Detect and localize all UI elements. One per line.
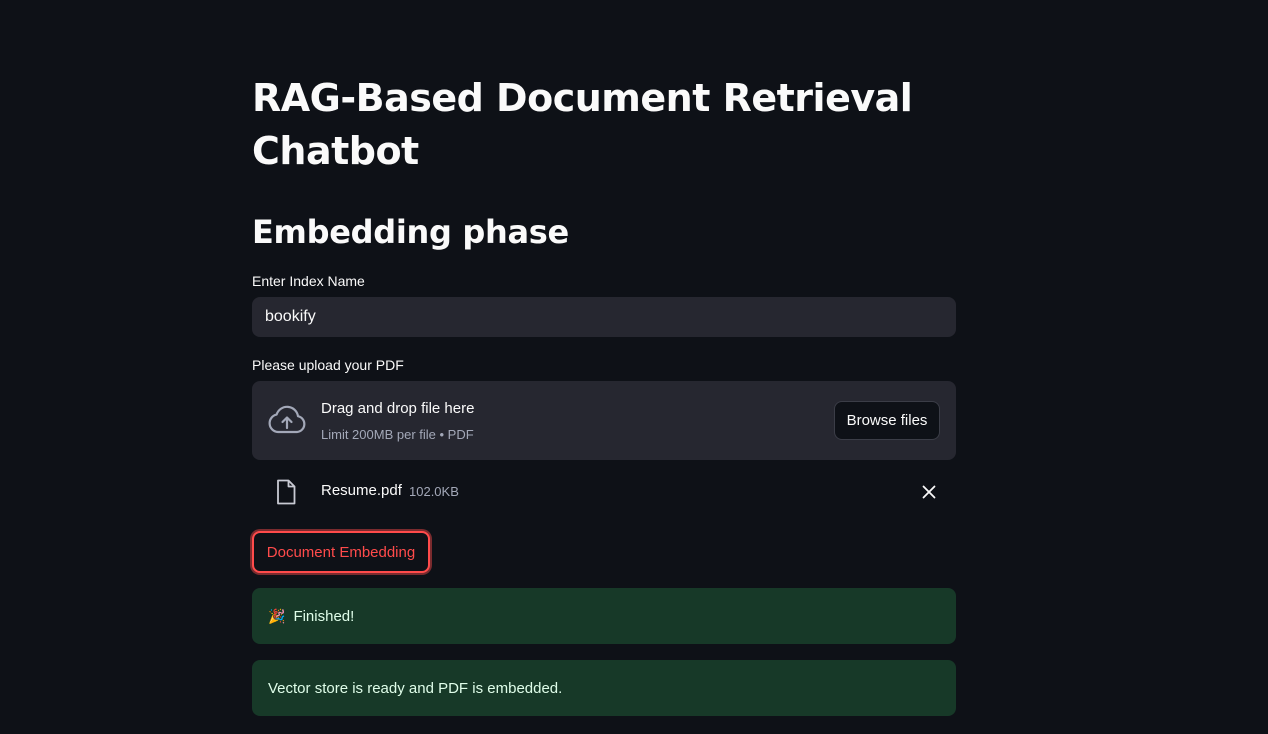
uploaded-file-row: Resume.pdf 102.0KB xyxy=(252,472,956,512)
uploaded-file-name: Resume.pdf xyxy=(321,482,402,499)
browse-files-button[interactable]: Browse files xyxy=(834,401,940,440)
alert-text: Vector store is ready and PDF is embedde… xyxy=(268,679,563,697)
dropzone-title: Drag and drop file here xyxy=(321,400,475,417)
dropzone-limit-text: Limit 200MB per file • PDF xyxy=(321,427,474,442)
close-icon xyxy=(922,485,936,499)
cloud-upload-icon xyxy=(268,405,306,434)
remove-file-button[interactable] xyxy=(918,481,940,503)
document-embedding-button[interactable]: Document Embedding xyxy=(252,531,430,573)
index-name-input[interactable] xyxy=(252,297,956,337)
section-title: Embedding phase xyxy=(252,213,569,251)
alert-text: Finished! xyxy=(293,607,355,625)
page-title: RAG-Based Document Retrieval Chatbot xyxy=(252,76,913,173)
uploaded-file-size: 102.0KB xyxy=(409,484,459,499)
upload-label: Please upload your PDF xyxy=(252,357,404,373)
party-popper-icon: 🎉 xyxy=(268,607,286,624)
success-alert-vector-store: Vector store is ready and PDF is embedde… xyxy=(252,660,956,716)
file-dropzone[interactable]: Drag and drop file here Limit 200MB per … xyxy=(252,381,956,460)
success-alert-finished: 🎉 Finished! xyxy=(252,588,956,644)
file-icon xyxy=(277,479,296,505)
index-name-label: Enter Index Name xyxy=(252,273,365,289)
